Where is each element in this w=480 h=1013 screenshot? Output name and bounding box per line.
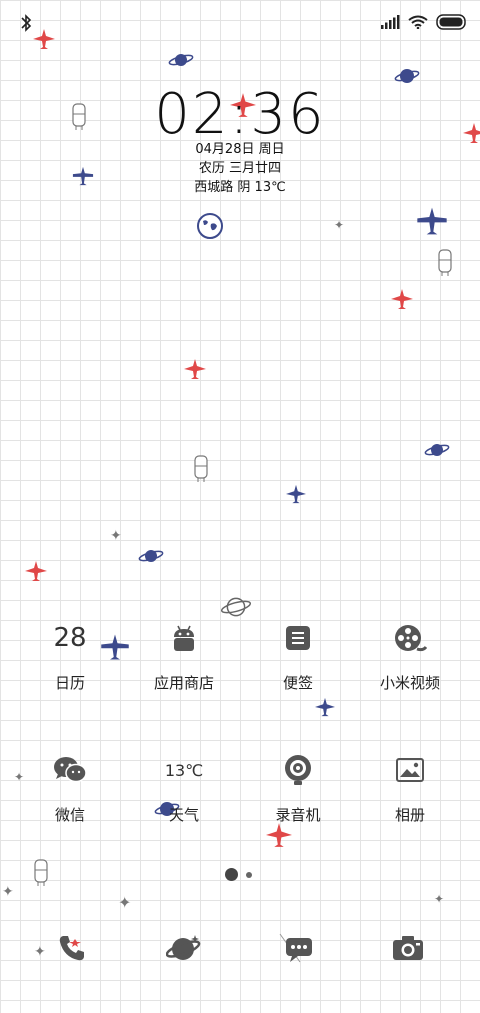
- app-store[interactable]: 应用商店: [124, 608, 244, 693]
- dock-phone[interactable]: [50, 926, 94, 970]
- sparkle-icon: ✦: [434, 892, 445, 906]
- globe-icon: [197, 213, 223, 239]
- app-wechat[interactable]: 微信: [10, 740, 130, 825]
- red-plane-icon: [266, 823, 292, 847]
- video-reel-icon: [380, 608, 440, 668]
- dock-camera[interactable]: [386, 926, 430, 970]
- sparkle-icon: ✦: [34, 944, 46, 960]
- app-label: 天气: [168, 806, 199, 824]
- red-plane-icon: [391, 289, 413, 309]
- app-recorder[interactable]: 录音机: [238, 740, 358, 825]
- page-dot-active: [225, 868, 238, 881]
- app-gallery[interactable]: 相册: [350, 740, 470, 825]
- app-label: 便签: [282, 674, 313, 692]
- sparkle-icon: ✦: [334, 218, 345, 232]
- app-label: 录音机: [275, 806, 321, 824]
- recorder-icon: [268, 740, 328, 800]
- gallery-icon: [380, 740, 440, 800]
- planet-browser-icon: [166, 935, 201, 960]
- android-store-icon: [154, 608, 214, 668]
- camera-icon: [393, 936, 423, 960]
- planet-icon: [138, 550, 164, 562]
- wechat-icon: [40, 740, 100, 800]
- planet-icon: [424, 444, 450, 456]
- sparkle-icon: ✦: [118, 893, 132, 912]
- blue-plane-icon: [286, 484, 306, 504]
- clock-weather[interactable]: 西城路 阴 13℃: [0, 176, 480, 195]
- clock-lunar-date: 农历 三月廿四: [198, 161, 282, 176]
- app-mi-video[interactable]: 小米视频: [350, 608, 470, 693]
- signal-icon: [381, 15, 400, 29]
- app-label: 应用商店: [153, 674, 214, 692]
- wifi-icon: [408, 15, 428, 29]
- weather-icon: 13℃: [154, 740, 214, 800]
- clock-date: 04月28日 周日: [195, 142, 285, 157]
- page-dot: [246, 871, 252, 878]
- planet-icon: [168, 54, 194, 66]
- capsule-outline-icon: [438, 249, 452, 276]
- app-label: 相册: [394, 806, 425, 824]
- red-plane-icon: [184, 359, 206, 379]
- page-indicator[interactable]: [225, 868, 252, 881]
- bluetooth-icon: [21, 14, 32, 32]
- calendar-day-number: 28: [53, 623, 87, 653]
- app-notes[interactable]: 便签: [238, 608, 358, 693]
- red-plane-icon: [33, 29, 55, 49]
- app-label: 微信: [54, 806, 85, 824]
- red-plane-icon: [25, 561, 47, 581]
- sparkle-icon: ✦: [110, 528, 122, 544]
- phone-icon: [59, 936, 84, 961]
- calendar-icon: 28: [40, 608, 100, 668]
- app-label: 日历: [54, 674, 85, 692]
- app-weather[interactable]: 13℃ 天气: [124, 740, 244, 825]
- dock-browser[interactable]: [162, 926, 206, 970]
- capsule-outline-icon: [34, 859, 48, 886]
- notes-icon: [268, 608, 328, 668]
- dock-messages[interactable]: [274, 926, 318, 970]
- battery-icon: [436, 14, 466, 30]
- blue-plane-icon: [417, 207, 447, 235]
- capsule-outline-icon: [194, 455, 208, 482]
- messages-icon: [279, 933, 312, 963]
- app-calendar[interactable]: 28 日历: [10, 608, 130, 693]
- status-icons: [380, 14, 468, 30]
- blue-plane-icon: [315, 697, 335, 717]
- sparkle-icon: ✦: [2, 884, 14, 900]
- app-label: 小米视频: [379, 674, 440, 692]
- weather-temperature: 13℃: [164, 760, 204, 780]
